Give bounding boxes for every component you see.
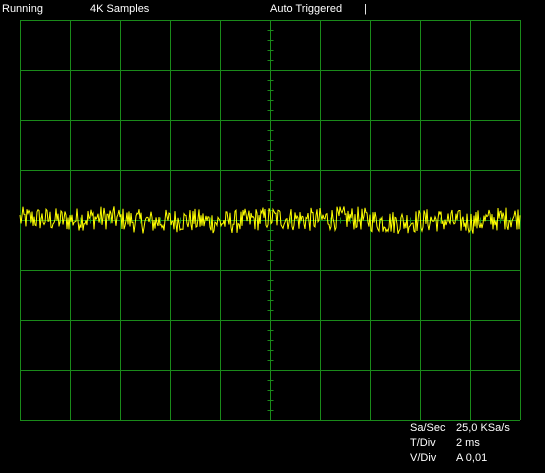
time-div-value: 2 ms xyxy=(456,437,480,449)
sample-rate-value: 25,0 KSa/s xyxy=(456,422,510,434)
sample-rate-readout: Sa/Sec 25,0 KSa/s xyxy=(410,421,540,435)
time-div-readout: T/Div 2 ms xyxy=(410,436,540,450)
time-div-label: T/Div xyxy=(410,437,436,449)
oscilloscope-display[interactable] xyxy=(0,0,545,473)
volt-div-label: V/Div xyxy=(410,452,437,464)
sample-rate-label: Sa/Sec xyxy=(410,422,446,434)
volt-div-readout: V/Div A 0,01 xyxy=(410,451,540,465)
volt-div-value: A 0,01 xyxy=(456,452,488,464)
